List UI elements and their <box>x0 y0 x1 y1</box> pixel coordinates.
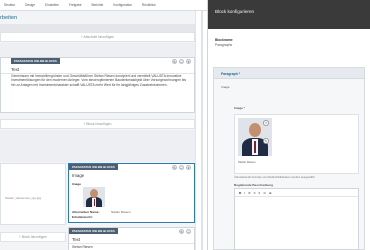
edit-image-icon[interactable]: ✎ <box>263 138 269 144</box>
field-alt-value: Stefan Riesen <box>111 210 131 214</box>
gap-area <box>0 43 195 57</box>
ordered-list-icon[interactable]: ≡ <box>259 191 261 195</box>
paragraph-accordion: Paragraph * Image Image * ✎ × Stefan Rie… <box>213 67 365 250</box>
field-alt-label: Alternativer Name: <box>72 210 100 214</box>
block-tools: ✎ ⋯ <box>179 229 191 234</box>
person-head <box>90 189 98 198</box>
file-name: Stefan_Valuseries_rge.jpg <box>5 196 42 200</box>
block-body: Gemeinsam mit Immobiliengründer und Gesc… <box>11 74 187 87</box>
block-type-tag: PARAGRAPHS ONLINE BLOCKS <box>69 228 118 234</box>
chevron-icon[interactable]: ▾ <box>186 165 191 170</box>
toolbar-item-struktur[interactable]: Struktur <box>4 3 15 7</box>
more-icon[interactable]: ⋯ <box>179 165 184 170</box>
block-type-tag: PARAGRAPHS ONLINE BLOCKS <box>69 164 118 170</box>
accordion-header[interactable]: Paragraph * <box>214 68 364 79</box>
toolbar-item-design[interactable]: Design <box>25 3 35 7</box>
block-title: Text <box>72 237 81 242</box>
person-tie <box>93 199 95 206</box>
block-body: Stefan Riesen <box>72 245 93 249</box>
bold-icon[interactable]: B <box>239 191 241 195</box>
toolbar-item-berichte[interactable]: Berichte <box>92 3 104 7</box>
remove-image-icon[interactable]: × <box>263 120 269 126</box>
field-image-label: Image <box>72 182 81 186</box>
add-section-label: + Abschnitt hinzufügen <box>80 35 115 39</box>
panel-title: Block konfigurieren <box>215 9 255 14</box>
add-block-label: + Block hinzufügen <box>19 235 47 239</box>
image-block[interactable]: PARAGRAPHS ONLINE BLOCKS ✎ ⋯ ▾ Image Ima… <box>68 163 195 223</box>
block-type-tag: PARAGRAPHS ONLINE BLOCKS <box>11 58 60 64</box>
accordion-label: Paragraph * <box>221 72 241 76</box>
table-icon[interactable]: ⊞ <box>269 191 272 195</box>
italic-icon[interactable]: I <box>244 191 245 195</box>
more-icon[interactable]: ⋯ <box>179 59 184 64</box>
block-title: Text <box>11 67 20 72</box>
canvas-scrollbar[interactable] <box>201 11 203 250</box>
left-placeholder-block[interactable]: Stefan_Valuseries_rge.jpg <box>0 163 66 225</box>
block-title: Image <box>72 173 85 178</box>
panel-header: Block konfigurieren <box>208 0 370 29</box>
media-hint: Überstehende Formate von Medienbibliothe… <box>234 176 315 179</box>
edit-icon[interactable]: ✎ <box>172 165 177 170</box>
block-tools: ✎ ⋯ ▾ <box>172 165 191 170</box>
text-block[interactable]: PARAGRAPHS ONLINE BLOCKS ✎ ⋯ ▾ Text Geme… <box>0 57 195 113</box>
person-tie <box>254 141 256 153</box>
source-icon[interactable]: ⊙ <box>263 191 266 195</box>
add-section-button[interactable]: + Abschnitt hinzufügen <box>0 32 195 42</box>
person-image[interactable]: ✎ × <box>238 118 272 156</box>
image-field-box: ✎ × Stefan Riesen <box>234 114 359 174</box>
edit-icon[interactable]: ✎ <box>172 59 177 64</box>
sub-image-label: Image <box>221 85 230 89</box>
person-caption: Stefan Riesen <box>238 160 256 164</box>
block-divider <box>69 243 194 244</box>
toolbar-item-rueckblick[interactable]: Rückblick <box>142 3 156 7</box>
image-field-label: Image * <box>234 106 246 110</box>
add-block-button[interactable]: + Block hinzufügen <box>0 119 195 129</box>
toolbar-item-freigabe[interactable]: Freigabe <box>69 3 82 7</box>
chevron-icon[interactable]: ▾ <box>186 59 191 64</box>
editor-canvas: rbeiten + Abschnitt hinzufügen PARAGRAPH… <box>0 11 207 250</box>
edit-icon[interactable]: ✎ <box>179 229 184 234</box>
toolbar-item-einstellen[interactable]: Einstellen <box>45 3 59 7</box>
page-heading: rbeiten <box>0 15 18 21</box>
add-block-button-2[interactable]: + Block hinzufügen <box>0 232 66 242</box>
more-icon[interactable]: ⋯ <box>186 229 191 234</box>
person-thumbnail <box>83 187 105 207</box>
top-toolbar: Struktur Design Einstellen Freigabe Beri… <box>0 0 207 11</box>
add-block-label: + Block hinzufügen <box>83 122 112 126</box>
gap-area-2 <box>0 130 195 162</box>
list-icon[interactable]: ≡ <box>254 191 256 195</box>
person-head <box>249 123 261 137</box>
editor-toolbar: B I ⊘ ≡ ≡ ⊙ ⊞ <box>235 189 358 197</box>
blockname-label: Blockname <box>215 38 233 42</box>
description-label: Begleitende Beschreibung <box>234 183 274 187</box>
text-block-2[interactable]: PARAGRAPHS ONLINE BLOCKS ✎ ⋯ Text Stefan… <box>68 227 195 250</box>
link-icon[interactable]: ⊘ <box>248 191 251 195</box>
field-caption-label: Erhalten/echt: <box>72 215 93 219</box>
description-editor[interactable]: B I ⊘ ≡ ≡ ⊙ ⊞ <box>234 188 359 250</box>
toolbar-item-konfiguration[interactable]: Konfiguration <box>113 3 132 7</box>
block-tools: ✎ ⋯ ▾ <box>172 59 191 64</box>
blockname-value: Paragraphs <box>215 43 233 47</box>
